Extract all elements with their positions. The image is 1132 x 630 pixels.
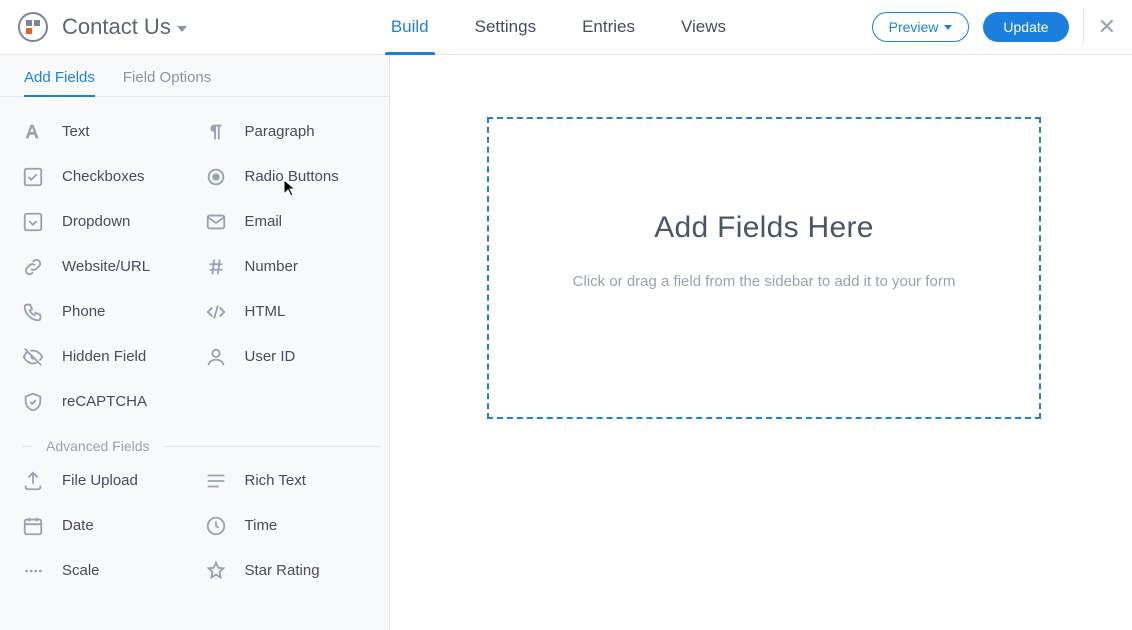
code-icon — [205, 301, 227, 323]
dropdown-icon — [22, 211, 44, 233]
close-button[interactable]: ✕ — [1098, 14, 1116, 40]
divider — [1083, 10, 1084, 44]
field-html[interactable]: HTML — [205, 289, 382, 334]
field-label: User ID — [245, 348, 296, 365]
field-label: Scale — [62, 562, 100, 579]
field-label: HTML — [245, 303, 286, 320]
star-icon — [205, 560, 227, 582]
scale-icon — [22, 560, 44, 582]
field-label: Website/URL — [62, 258, 150, 275]
field-label: Date — [62, 517, 94, 534]
richtext-icon — [205, 470, 227, 492]
tab-add-fields[interactable]: Add Fields — [24, 69, 95, 96]
field-label: Email — [245, 213, 283, 230]
clock-icon — [205, 515, 227, 537]
update-button[interactable]: Update — [983, 12, 1068, 42]
field-label: reCAPTCHA — [62, 393, 147, 410]
field-label: Text — [62, 123, 90, 140]
page-title-dropdown[interactable]: Contact Us — [62, 14, 187, 40]
field-checkboxes[interactable]: Checkboxes — [22, 154, 199, 199]
sidebar-tabs: Add Fields Field Options — [0, 55, 389, 97]
chevron-down-icon — [944, 25, 952, 30]
nav-settings[interactable]: Settings — [471, 0, 540, 54]
page-title: Contact Us — [62, 14, 171, 40]
hidden-icon — [22, 346, 44, 368]
form-canvas: Add Fields Here Click or drag a field fr… — [390, 55, 1132, 630]
field-rich-text[interactable]: Rich Text — [205, 458, 382, 503]
phone-icon — [22, 301, 44, 323]
field-phone[interactable]: Phone — [22, 289, 199, 334]
mail-icon — [205, 211, 227, 233]
user-icon — [205, 346, 227, 368]
field-paragraph[interactable]: Paragraph — [205, 109, 382, 154]
field-text[interactable]: Text — [22, 109, 199, 154]
field-label: Star Rating — [245, 562, 320, 579]
field-label: Number — [245, 258, 298, 275]
hash-icon — [205, 256, 227, 278]
checkbox-icon — [22, 166, 44, 188]
field-label: File Upload — [62, 472, 138, 489]
drop-subtext: Click or drag a field from the sidebar t… — [573, 273, 956, 290]
radio-icon — [205, 166, 227, 188]
link-icon — [22, 256, 44, 278]
field-label: Phone — [62, 303, 105, 320]
field-label: Hidden Field — [62, 348, 146, 365]
field-radio-buttons[interactable]: Radio Buttons — [205, 154, 382, 199]
field-date[interactable]: Date — [22, 503, 199, 548]
shield-icon — [22, 391, 44, 413]
pilcrow-icon — [205, 121, 227, 143]
nav-build[interactable]: Build — [387, 0, 433, 54]
field-label: Dropdown — [62, 213, 130, 230]
sidebar: Add Fields Field Options Text Paragraph Ch… — [0, 55, 390, 630]
field-dropdown[interactable]: Dropdown — [22, 199, 199, 244]
field-file-upload[interactable]: File Upload — [22, 458, 199, 503]
field-website-url[interactable]: Website/URL — [22, 244, 199, 289]
tab-field-options[interactable]: Field Options — [123, 69, 211, 96]
drop-heading: Add Fields Here — [654, 211, 874, 245]
field-star-rating[interactable]: Star Rating — [205, 548, 382, 593]
field-email[interactable]: Email — [205, 199, 382, 244]
field-user-id[interactable]: User ID — [205, 334, 382, 379]
upload-icon — [22, 470, 44, 492]
chevron-down-icon — [177, 26, 187, 32]
font-icon — [22, 121, 44, 143]
field-number[interactable]: Number — [205, 244, 382, 289]
fields-panel: Text Paragraph Checkboxes Radio Buttons Drop… — [0, 97, 389, 593]
drop-zone[interactable]: Add Fields Here Click or drag a field fr… — [487, 117, 1041, 419]
preview-button[interactable]: Preview — [872, 12, 970, 42]
field-recaptcha[interactable]: reCAPTCHA — [22, 379, 199, 424]
field-label: Time — [245, 517, 278, 534]
top-actions: Preview Update ✕ — [872, 10, 1116, 44]
field-label: Rich Text — [245, 472, 306, 489]
field-label: Paragraph — [245, 123, 315, 140]
advanced-fields-divider: Advanced Fields — [22, 438, 381, 454]
field-hidden-field[interactable]: Hidden Field — [22, 334, 199, 379]
top-bar: Contact Us Build Settings Entries Views … — [0, 0, 1132, 55]
nav-entries[interactable]: Entries — [578, 0, 639, 54]
field-scale[interactable]: Scale — [22, 548, 199, 593]
app-logo — [18, 12, 48, 42]
nav-views[interactable]: Views — [677, 0, 730, 54]
field-time[interactable]: Time — [205, 503, 382, 548]
field-label: Radio Buttons — [245, 168, 339, 185]
field-label: Checkboxes — [62, 168, 145, 185]
date-icon — [22, 515, 44, 537]
main-nav: Build Settings Entries Views — [387, 0, 730, 54]
